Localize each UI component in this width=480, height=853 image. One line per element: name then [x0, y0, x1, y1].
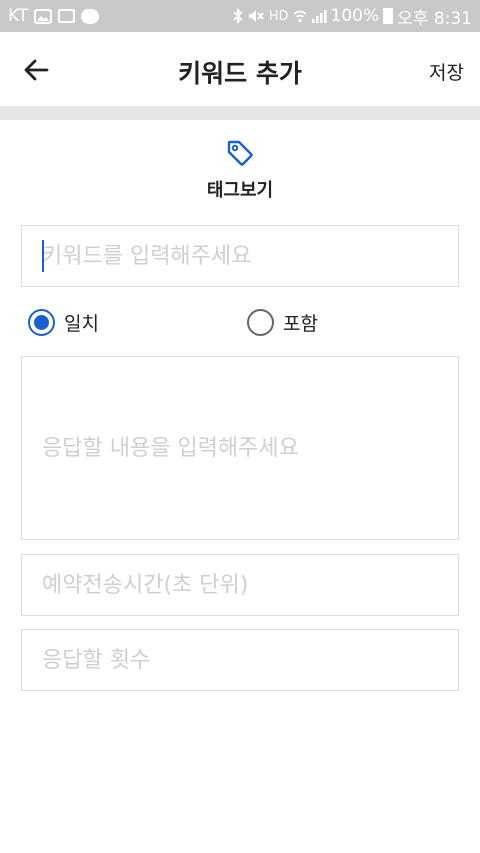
radio-exact-match[interactable]: 일치 [28, 306, 99, 338]
bluetooth-icon [233, 8, 243, 24]
radio-exact-indicator [28, 308, 55, 336]
back-button[interactable] [14, 50, 58, 90]
hd-badge: HD [268, 8, 289, 24]
carrier-label: KT [8, 6, 29, 26]
text-caret [42, 240, 44, 272]
page-title: 키워드 추가 [178, 59, 302, 88]
chat-bubble-icon [81, 8, 100, 24]
radio-exact-label: 일치 [64, 312, 99, 335]
status-left-group: KT [8, 6, 100, 26]
battery-icon [383, 8, 394, 24]
signal-icon [311, 9, 327, 24]
radio-contains-label: 포함 [283, 312, 318, 335]
radio-contains-indicator [247, 308, 274, 336]
save-button[interactable]: 저장 [429, 58, 464, 85]
scheduled-time-input[interactable] [21, 554, 459, 616]
clock: 오후 8:31 [397, 8, 472, 29]
notification-box-icon [58, 9, 76, 23]
tag-icon [227, 140, 253, 166]
radio-contains-match[interactable]: 포함 [247, 306, 318, 338]
battery-percent: 100% [330, 6, 380, 26]
app-bar: 키워드 추가 저장 [0, 32, 480, 106]
response-count-input[interactable] [21, 629, 459, 691]
radio-selected-dot [34, 314, 49, 330]
wifi-icon [293, 8, 307, 24]
gallery-icon [34, 8, 53, 24]
keyword-input[interactable] [21, 225, 459, 287]
response-content-input[interactable] [21, 356, 459, 540]
mute-icon [247, 8, 265, 24]
arrow-left-icon [24, 59, 49, 81]
tag-view-label: 태그보기 [206, 180, 274, 201]
header-divider [0, 106, 480, 120]
tag-view-button[interactable]: 태그보기 [180, 138, 300, 208]
status-bar: KT HD 100% 오후 8:31 [0, 0, 480, 32]
status-right-group: HD 100% 오후 8:31 [233, 4, 472, 29]
